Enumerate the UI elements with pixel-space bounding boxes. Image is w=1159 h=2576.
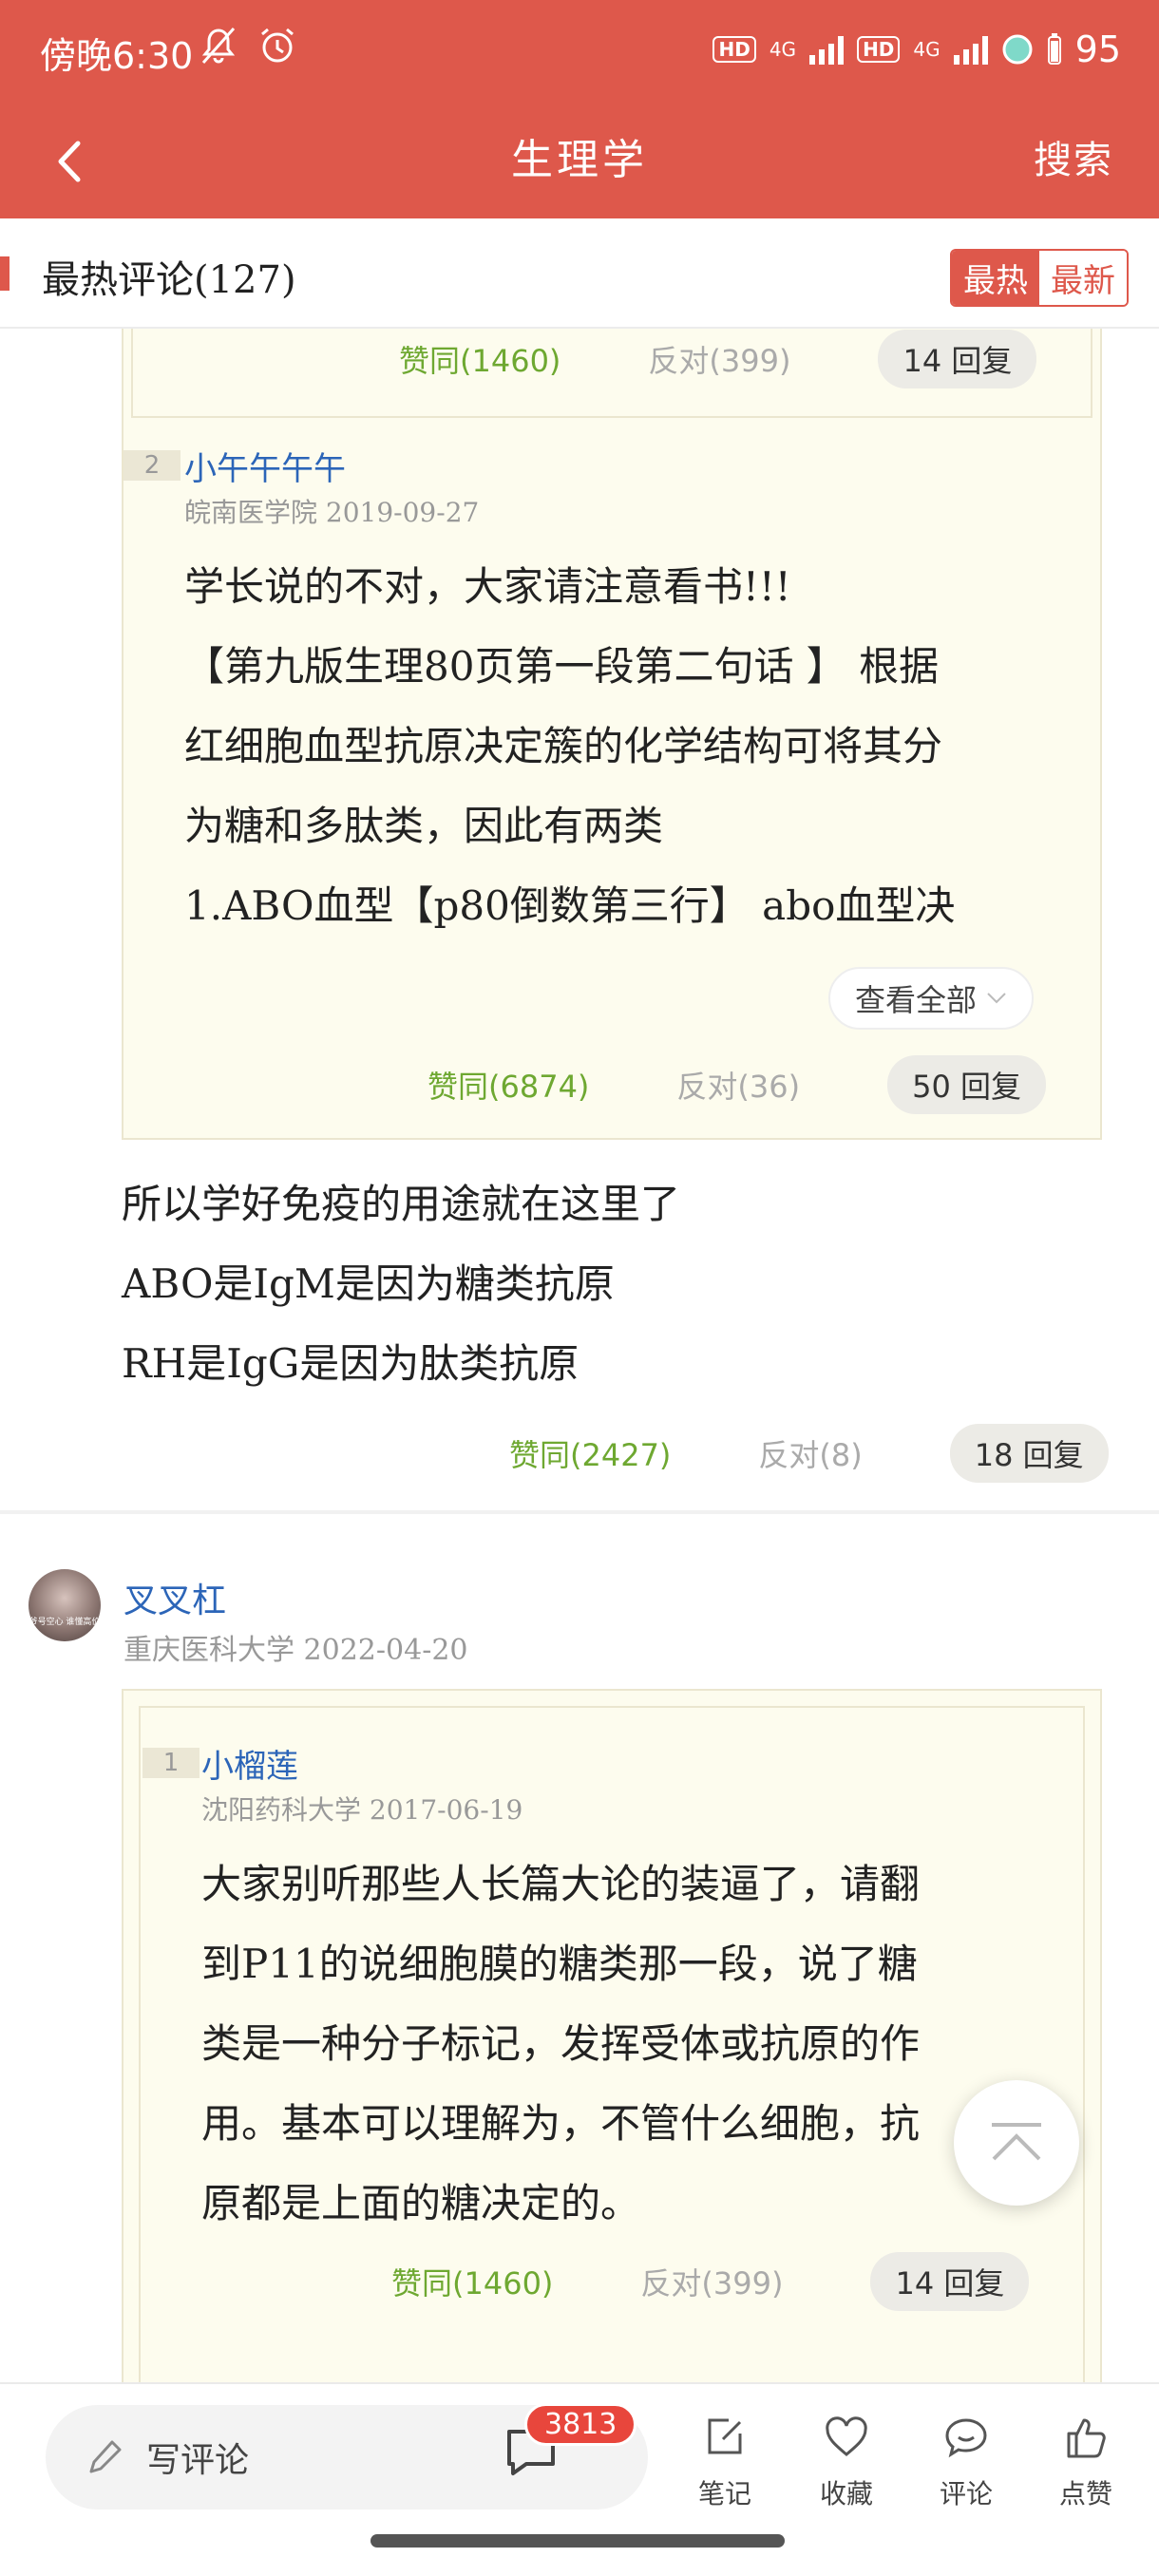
- floor-number: 2: [124, 450, 180, 481]
- battery-icon: [1047, 33, 1061, 65]
- battery-level: 95: [1074, 28, 1121, 70]
- text-line: 大家别听那些人长篇大论的装逼了，请翻: [201, 1861, 921, 1907]
- favorite-label: 收藏: [819, 2478, 873, 2510]
- quote-body: 学长说的不对，大家请注意看书!!! 【第九版生理80页第一段第二句话 】 根据 …: [184, 547, 1068, 946]
- comments-section-header: 最热评论(127) 最热 最新: [0, 218, 1159, 329]
- comment-list: 赞同(1460) 反对(399) 14 回复 2 小午午午午 皖南医学院 201…: [0, 329, 1159, 2382]
- page-title: 生理学: [511, 136, 648, 184]
- oppose-button[interactable]: 反对(399): [640, 2260, 783, 2303]
- alarm-icon: [261, 28, 294, 63]
- oppose-button[interactable]: 反对(8): [758, 1431, 862, 1475]
- text-line: 类是一种分子标记，发挥受体或抗原的作: [201, 2020, 921, 2067]
- reply-count-button[interactable]: 50 回复: [887, 1055, 1047, 1114]
- text-line: 用。基本可以理解为，不管什么细胞，抗: [201, 2100, 921, 2147]
- heart-icon: [826, 2416, 867, 2456]
- quote-author[interactable]: 小榴莲: [201, 1740, 298, 1787]
- agree-button[interactable]: 赞同(1460): [399, 337, 560, 381]
- text-line: 为糖和多肽类，因此有两类: [184, 803, 664, 849]
- oppose-button[interactable]: 反对(36): [676, 1063, 800, 1107]
- comment-author[interactable]: 叉叉杠: [124, 1573, 226, 1622]
- text-line: 红细胞血型抗原决定簇的化学结构可将其分: [184, 723, 943, 769]
- text-line: 原都是上面的糖决定的。: [201, 2180, 641, 2226]
- status-icons: [198, 25, 298, 66]
- home-indicator[interactable]: [370, 2534, 785, 2548]
- comment1-actions: 赞同(2427) 反对(8) 18 回复: [509, 1423, 1109, 1484]
- comment-meta: 重庆医科大学 2022-04-20: [124, 1634, 468, 1667]
- oppose-button[interactable]: 反对(399): [648, 337, 790, 381]
- comment-icon: [945, 2418, 987, 2458]
- quote-actions: 赞同(1460) 反对(399) 14 回复: [391, 2251, 1030, 2312]
- back-to-top-icon: [992, 2123, 1041, 2161]
- hd-badge: HD: [712, 36, 756, 63]
- text-line: 1.ABO血型【p80倒数第三行】 abo血型决: [184, 882, 956, 929]
- network-type: 4G: [769, 38, 797, 61]
- text-line: 【第九版生理80页第一段第二句话 】 根据: [184, 643, 940, 690]
- quote2-actions: 赞同(6874) 反对(36) 50 回复: [428, 1054, 1047, 1115]
- comment-placeholder: 写评论: [146, 2441, 250, 2480]
- quote-floor-1-actions: 赞同(1460) 反对(399) 14 回复: [399, 329, 1037, 389]
- sort-tabs: 最热 最新: [950, 249, 1129, 307]
- status-time: 傍晚6:30: [40, 35, 194, 77]
- text-line: ABO是IgM是因为糖类抗原: [122, 1260, 615, 1307]
- app-header: 傍晚6:30 HD 4G HD 4G 95 生理学 搜索: [0, 0, 1159, 218]
- like-button[interactable]: 点赞: [1034, 2413, 1138, 2511]
- reply-count-button[interactable]: 14 回复: [878, 330, 1037, 388]
- signal-icon: [809, 34, 845, 65]
- hd-badge: HD: [857, 36, 901, 63]
- agree-button[interactable]: 赞同(2427): [509, 1431, 671, 1475]
- tab-hottest[interactable]: 最热: [952, 251, 1039, 305]
- back-to-top-button[interactable]: [954, 2080, 1079, 2206]
- note-edit-icon: [708, 2418, 742, 2454]
- text-line: RH是IgG是因为肽类抗原: [122, 1340, 580, 1387]
- pencil-icon: [89, 2440, 122, 2473]
- reply-count-button[interactable]: 14 回复: [870, 2252, 1030, 2311]
- agree-button[interactable]: 赞同(1460): [391, 2260, 553, 2303]
- mute-bell-icon: [201, 28, 236, 64]
- section-title: 最热评论(127): [42, 258, 296, 302]
- comment-button[interactable]: 评论: [914, 2413, 1018, 2511]
- quote-meta: 皖南医学院 2019-09-27: [184, 497, 480, 528]
- nav-bar: 生理学 搜索: [0, 104, 1159, 218]
- chevron-down-icon: [987, 993, 1006, 1004]
- signal-icon: [953, 34, 988, 65]
- agree-button[interactable]: 赞同(6874): [428, 1063, 589, 1107]
- quote-meta: 沈阳药科大学 2017-06-19: [201, 1794, 523, 1826]
- comment-divider: [0, 1510, 1159, 1514]
- tab-newest[interactable]: 最新: [1039, 251, 1127, 305]
- text-line: 到P11的说细胞膜的糖类那一段，说了糖: [201, 1941, 918, 1987]
- view-all-button[interactable]: 查看全部: [828, 967, 1035, 1030]
- thumbs-up-icon: [1067, 2418, 1106, 2458]
- like-label: 点赞: [1058, 2478, 1112, 2510]
- focus-mode-icon: [1002, 34, 1033, 65]
- comment-label: 评论: [939, 2478, 993, 2510]
- view-all-label: 查看全部: [855, 982, 978, 1018]
- text-line: 学长说的不对，大家请注意看书!!!: [184, 563, 791, 610]
- network-type: 4G: [913, 38, 940, 61]
- search-button[interactable]: 搜索: [1034, 129, 1113, 184]
- reply-count-button[interactable]: 18 回复: [949, 1424, 1109, 1483]
- quote-body: 大家别听那些人长篇大论的装逼了，请翻 到P11的说细胞膜的糖类那一段，说了糖 类…: [201, 1845, 1056, 2244]
- avatar[interactable]: 爷号空心 谁懂高价: [28, 1569, 101, 1641]
- status-bar: 傍晚6:30 HD 4G HD 4G 95: [0, 0, 1159, 104]
- note-button[interactable]: 笔记: [673, 2413, 777, 2511]
- floor-number: 1: [142, 1748, 200, 1778]
- note-label: 笔记: [697, 2478, 751, 2510]
- status-right: HD 4G HD 4G 95: [712, 28, 1121, 70]
- favorite-button[interactable]: 收藏: [794, 2413, 899, 2511]
- comment-body: 所以学好免疫的用途就在这里了 ABO是IgM是因为糖类抗原 RH是IgG是因为肽…: [122, 1165, 1110, 1404]
- comment-count-badge: 3813: [524, 2403, 637, 2446]
- text-line: 所以学好免疫的用途就在这里了: [122, 1181, 681, 1227]
- quote-author[interactable]: 小午午午午: [184, 443, 346, 489]
- section-accent: [0, 256, 10, 291]
